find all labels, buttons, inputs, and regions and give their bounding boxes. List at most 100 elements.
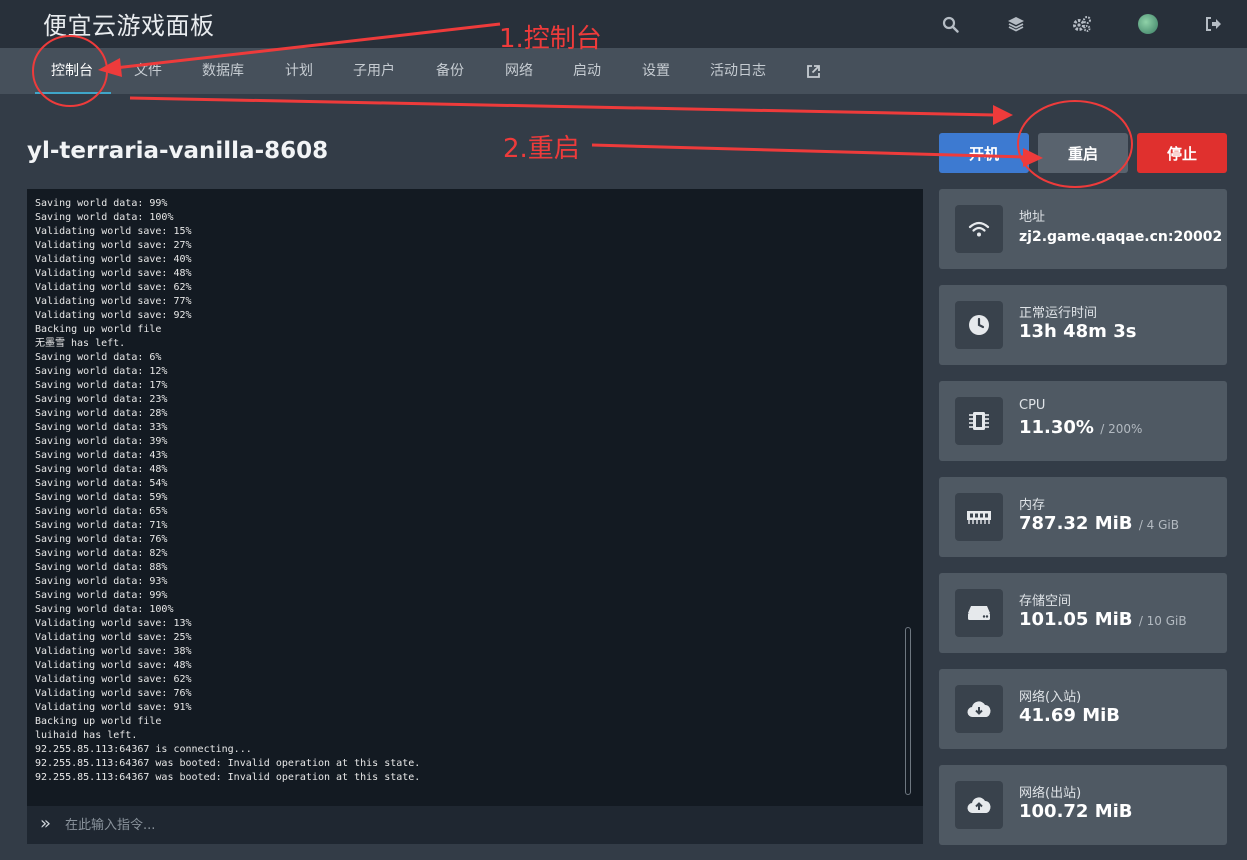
uptime-label: 正常运行时间 xyxy=(1019,306,1098,321)
console-line: Validating world save: 77% xyxy=(35,296,192,307)
layers-icon[interactable] xyxy=(983,0,1049,48)
start-button[interactable]: 开机 xyxy=(939,133,1029,173)
console-line: Saving world data: 23% xyxy=(35,394,168,405)
memory-value-row: 787.32 MiB / 4 GiB xyxy=(1019,513,1179,534)
console-line: Saving world data: 28% xyxy=(35,408,168,419)
console-line: Validating world save: 91% xyxy=(35,702,192,713)
console-output[interactable]: Saving world data: 99% Saving world data:… xyxy=(27,189,923,806)
restart-button[interactable]: 重启 xyxy=(1038,133,1128,173)
search-icon[interactable] xyxy=(917,0,983,48)
command-prompt-icon: » xyxy=(40,813,52,834)
stat-card-cpu: CPU 11.30% / 200% xyxy=(939,381,1227,461)
tab-databases[interactable]: 数据库 xyxy=(202,48,244,94)
stat-card-disk: 存储空间 101.05 MiB / 10 GiB xyxy=(939,573,1227,653)
tab-schedules[interactable]: 计划 xyxy=(285,48,313,94)
console-line: Saving world data: 43% xyxy=(35,450,168,461)
top-bar: 便宜云游戏面板 xyxy=(0,0,1247,48)
console-line: 92.255.85.113:64367 was booted: Invalid … xyxy=(35,758,421,769)
tab-settings[interactable]: 设置 xyxy=(642,48,670,94)
console-line: Saving world data: 88% xyxy=(35,562,168,573)
command-input[interactable] xyxy=(65,815,905,835)
console-line: Saving world data: 100% xyxy=(35,212,174,223)
console-line: Validating world save: 62% xyxy=(35,282,192,293)
cloud-download-icon xyxy=(955,685,1003,733)
uptime-value: 13h 48m 3s xyxy=(1019,321,1137,342)
console-line: Saving world data: 17% xyxy=(35,380,168,391)
console-line: 92.255.85.113:64367 was booted: Invalid … xyxy=(35,772,421,783)
stat-card-address: 地址 zj2.game.qaqae.cn:20002 xyxy=(939,189,1227,269)
tab-activity[interactable]: 活动日志 xyxy=(710,48,766,94)
network-in-label: 网络(入站) xyxy=(1019,690,1082,705)
memory-limit: / 4 GiB xyxy=(1138,518,1179,532)
stat-card-network-out: 网络(出站) 100.72 MiB xyxy=(939,765,1227,845)
console-log: Saving world data: 99% Saving world data:… xyxy=(35,197,420,785)
annotation-arrow-long xyxy=(129,96,996,117)
disk-value: 101.05 MiB xyxy=(1019,609,1133,630)
disk-value-row: 101.05 MiB / 10 GiB xyxy=(1019,609,1187,630)
console-line: Saving world data: 99% xyxy=(35,198,168,209)
top-icon-group xyxy=(917,0,1247,48)
console-line: Saving world data: 48% xyxy=(35,464,168,475)
tab-files[interactable]: 文件 xyxy=(134,48,162,94)
console-line: Validating world save: 48% xyxy=(35,660,192,671)
active-tab-indicator xyxy=(35,92,111,94)
console-line: Validating world save: 92% xyxy=(35,310,192,321)
console-line: Validating world save: 27% xyxy=(35,240,192,251)
memory-value: 787.32 MiB xyxy=(1019,513,1133,534)
annotation-arrowhead-long xyxy=(993,105,1013,125)
server-name: yl-terraria-vanilla-8608 xyxy=(27,138,329,164)
console-line: Saving world data: 99% xyxy=(35,590,168,601)
stat-card-network-in: 网络(入站) 41.69 MiB xyxy=(939,669,1227,749)
clock-icon xyxy=(955,301,1003,349)
console-scrollbar[interactable] xyxy=(905,627,911,795)
console-line: Saving world data: 54% xyxy=(35,478,168,489)
annotation-step1: 1.控制台 xyxy=(499,24,602,54)
cpu-value: 11.30% xyxy=(1019,417,1094,438)
console-line: Validating world save: 48% xyxy=(35,268,192,279)
cpu-limit: / 200% xyxy=(1100,422,1143,436)
avatar-button[interactable] xyxy=(1115,0,1181,48)
console-line: luihaid has left. xyxy=(35,730,138,741)
gear-icon[interactable] xyxy=(1049,0,1115,48)
console-line: Validating world save: 76% xyxy=(35,688,192,699)
network-out-label: 网络(出站) xyxy=(1019,786,1082,801)
tab-subusers[interactable]: 子用户 xyxy=(353,48,395,94)
external-link-icon[interactable] xyxy=(806,48,821,94)
wifi-icon xyxy=(955,205,1003,253)
memory-label: 内存 xyxy=(1019,498,1046,513)
console-line: Saving world data: 39% xyxy=(35,436,168,447)
disk-limit: / 10 GiB xyxy=(1138,614,1187,628)
console-line: Saving world data: 71% xyxy=(35,520,168,531)
server-nav: 控制台 文件 数据库 计划 子用户 备份 网络 启动 设置 活动日志 xyxy=(0,48,1247,94)
avatar xyxy=(1138,14,1158,34)
cpu-label: CPU xyxy=(1019,398,1046,413)
tab-console[interactable]: 控制台 xyxy=(51,48,93,94)
console-line: Saving world data: 82% xyxy=(35,548,168,559)
stop-button[interactable]: 停止 xyxy=(1137,133,1227,173)
console-line: Validating world save: 25% xyxy=(35,632,192,643)
tab-backups[interactable]: 备份 xyxy=(436,48,464,94)
console-line: Backing up world file xyxy=(35,716,162,727)
console-line: Saving world data: 59% xyxy=(35,492,168,503)
console-line: Saving world data: 65% xyxy=(35,506,168,517)
address-label: 地址 xyxy=(1019,210,1046,225)
address-value: zj2.game.qaqae.cn:20002 xyxy=(1019,229,1223,245)
logout-icon[interactable] xyxy=(1181,0,1247,48)
console-line: Saving world data: 100% xyxy=(35,604,174,615)
console-line: Saving world data: 6% xyxy=(35,352,162,363)
command-bar: » xyxy=(27,806,923,844)
disk-label: 存储空间 xyxy=(1019,594,1072,609)
console-line: Saving world data: 76% xyxy=(35,534,168,545)
console-line: Backing up world file xyxy=(35,324,162,335)
console-line: Validating world save: 13% xyxy=(35,618,192,629)
console-line: 92.255.85.113:64367 is connecting... xyxy=(35,744,252,755)
network-in-value: 41.69 MiB xyxy=(1019,705,1121,726)
console-line: Saving world data: 93% xyxy=(35,576,168,587)
console-line: Validating world save: 15% xyxy=(35,226,192,237)
app-title[interactable]: 便宜云游戏面板 xyxy=(43,6,215,41)
console-line: Saving world data: 12% xyxy=(35,366,168,377)
cloud-upload-icon xyxy=(955,781,1003,829)
cpu-icon xyxy=(955,397,1003,445)
network-out-value: 100.72 MiB xyxy=(1019,801,1133,822)
console-line: 无墨雪 has left. xyxy=(35,338,126,349)
